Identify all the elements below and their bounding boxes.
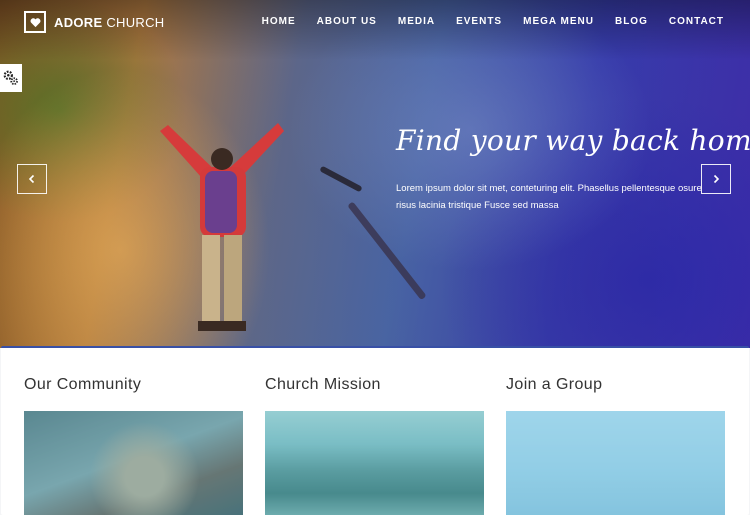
heart-icon xyxy=(24,11,46,33)
slider-headline: Find your way back home xyxy=(396,124,750,157)
site-logo[interactable]: ADORE CHURCH xyxy=(24,10,165,34)
hero-slider: ADORE CHURCH HOME ABOUT US MEDIA EVENTS … xyxy=(0,0,750,348)
hiker-image xyxy=(160,123,284,331)
image-overlay xyxy=(24,411,243,515)
slider-prev-button[interactable] xyxy=(17,164,47,194)
main-nav: HOME ABOUT US MEDIA EVENTS MEGA MENU BLO… xyxy=(241,16,724,27)
group-image[interactable] xyxy=(506,411,725,515)
slider-text: Lorem ipsum dolor sit met, conteturing e… xyxy=(396,183,702,211)
nav-mega-menu[interactable]: MEGA MENU xyxy=(523,16,594,27)
feature-card-mission: Church Mission xyxy=(265,376,484,515)
nav-home[interactable]: HOME xyxy=(262,16,296,27)
nav-blog[interactable]: BLOG xyxy=(615,16,648,27)
features-section: Our Community Church Mission Join a Grou… xyxy=(1,346,749,515)
community-image[interactable] xyxy=(24,411,243,515)
feature-title[interactable]: Church Mission xyxy=(265,376,484,394)
nav-events[interactable]: EVENTS xyxy=(456,16,502,27)
feature-card-community: Our Community xyxy=(24,376,243,515)
brand-name: ADORE CHURCH xyxy=(54,14,165,30)
feature-title[interactable]: Our Community xyxy=(24,376,243,394)
image-overlay xyxy=(506,411,725,515)
settings-gear-icon[interactable] xyxy=(0,64,22,92)
nav-contact[interactable]: CONTACT xyxy=(669,16,724,27)
feature-card-group: Join a Group xyxy=(506,376,725,515)
chevron-left-icon xyxy=(28,174,35,184)
chevron-right-icon xyxy=(713,174,720,184)
image-overlay xyxy=(265,411,484,515)
mission-image[interactable] xyxy=(265,411,484,515)
nav-about-us[interactable]: ABOUT US xyxy=(317,16,377,27)
feature-title[interactable]: Join a Group xyxy=(506,376,725,394)
nav-media[interactable]: MEDIA xyxy=(398,16,435,27)
